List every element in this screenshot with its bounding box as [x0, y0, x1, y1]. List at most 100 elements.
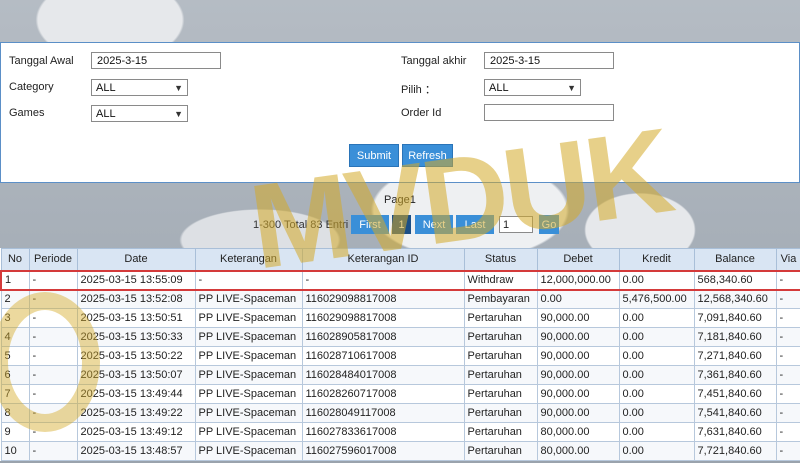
table-cell: PP LIVE-Spaceman: [194, 422, 303, 442]
table-cell: 7,271,840.60: [693, 346, 777, 366]
table-cell: 2025-03-15 13:52:08: [76, 289, 196, 309]
games-select-value: ALL: [96, 107, 116, 120]
table-cell: -: [28, 384, 78, 404]
table-cell: Pertaruhan: [463, 327, 538, 347]
table-cell: 0.00: [618, 308, 695, 328]
column-header[interactable]: No: [0, 248, 30, 271]
column-header[interactable]: Periode: [28, 248, 78, 271]
table-cell: PP LIVE-Spaceman: [194, 308, 303, 328]
table-cell: Pembayaran: [463, 289, 538, 309]
table-cell[interactable]: 116028710617008: [301, 346, 465, 366]
table-cell[interactable]: 116029098817008: [301, 289, 465, 309]
table-cell[interactable]: 116028260717008: [301, 384, 465, 404]
chevron-down-icon: ▼: [174, 108, 183, 119]
table-cell: 90,000.00: [536, 403, 620, 423]
page-title: Page1: [384, 194, 416, 206]
table-cell: 80,000.00: [536, 422, 620, 442]
table-cell: -: [28, 422, 78, 442]
column-header[interactable]: Status: [463, 248, 538, 271]
table-cell: 90,000.00: [536, 346, 620, 366]
category-select[interactable]: ALL ▼: [91, 79, 188, 96]
table-cell[interactable]: 116029098817008: [301, 308, 465, 328]
table-cell: Pertaruhan: [463, 403, 538, 423]
table-cell: -: [28, 269, 78, 291]
table-cell: -: [28, 327, 78, 347]
order-id-input[interactable]: [484, 104, 614, 121]
table-row: 8-2025-03-15 13:49:22 PP LIVE-Spaceman 116…: [0, 403, 800, 423]
order-id-label: Order Id: [401, 107, 442, 119]
tanggal-awal-input[interactable]: 2025-3-15: [91, 52, 221, 69]
table-cell: 0.00: [618, 327, 695, 347]
table-cell: -: [28, 365, 78, 385]
games-label: Games: [9, 107, 45, 119]
current-page-button[interactable]: 1: [392, 215, 411, 234]
table-cell[interactable]: 116028905817008: [301, 327, 465, 347]
table-cell: 4: [0, 327, 30, 347]
table-cell[interactable]: 116028484017008: [301, 365, 465, 385]
pilih-select[interactable]: ALL ▼: [484, 79, 581, 96]
table-cell: 2025-03-15 13:48:57: [76, 441, 196, 461]
table-cell: -: [194, 269, 303, 291]
go-button[interactable]: Go: [539, 215, 559, 234]
table-cell[interactable]: 116028049117008: [301, 403, 465, 423]
table-cell: 2025-03-15 13:50:33: [76, 327, 196, 347]
column-header[interactable]: Keterangan: [194, 248, 303, 271]
next-page-button[interactable]: Next: [415, 215, 453, 234]
last-page-button[interactable]: Last: [456, 215, 494, 234]
table-cell: 80,000.00: [536, 441, 620, 461]
table-row: 1-2025-03-15 13:55:09- - Withdraw 12,000,00…: [0, 269, 800, 291]
tanggal-akhir-input[interactable]: 2025-3-15: [484, 52, 614, 69]
table-cell: PP LIVE-Spaceman: [194, 365, 303, 385]
pilih-label: Pilih ：: [401, 84, 436, 96]
table-cell: 90,000.00: [536, 327, 620, 347]
column-header[interactable]: Debet: [536, 248, 620, 271]
table-cell[interactable]: 116027833617008: [301, 422, 465, 442]
column-header[interactable]: Kredit: [618, 248, 695, 271]
table-cell: 7,091,840.60: [693, 308, 777, 328]
table-row: 2-2025-03-15 13:52:08 PP LIVE-Spaceman 116…: [0, 289, 800, 309]
first-page-button[interactable]: First: [351, 215, 389, 234]
chevron-down-icon: ▼: [174, 82, 183, 93]
table-cell: -: [301, 269, 465, 291]
table-row: 3-2025-03-15 13:50:51 PP LIVE-Spaceman 116…: [0, 308, 800, 328]
table-cell: 0.00: [536, 289, 620, 309]
table-cell: 2025-03-15 13:49:44: [76, 384, 196, 404]
refresh-button[interactable]: Refresh: [402, 144, 453, 167]
table-cell: 90,000.00: [536, 365, 620, 385]
table-cell: Pertaruhan: [463, 365, 538, 385]
column-header[interactable]: Balance: [693, 248, 777, 271]
column-header[interactable]: Date: [76, 248, 196, 271]
table-cell[interactable]: 116027596017008: [301, 441, 465, 461]
table-cell: Pertaruhan: [463, 308, 538, 328]
table-cell: -: [28, 308, 78, 328]
table-cell: 2: [0, 289, 30, 309]
submit-button[interactable]: Submit: [349, 144, 399, 167]
table-cell: -: [775, 269, 800, 291]
table-cell: -: [775, 441, 800, 461]
table-cell: PP LIVE-Spaceman: [194, 441, 303, 461]
table-cell: -: [775, 289, 800, 309]
table-cell: 5: [0, 346, 30, 366]
table-cell: 6: [0, 365, 30, 385]
table-cell: 12,000,000.00: [536, 269, 620, 291]
table-cell: 90,000.00: [536, 308, 620, 328]
chevron-down-icon: ▼: [567, 82, 576, 93]
column-header[interactable]: Via: [775, 248, 800, 271]
table-cell: -: [28, 289, 78, 309]
table-cell: Pertaruhan: [463, 346, 538, 366]
table-cell: 7: [0, 384, 30, 404]
page-number-input[interactable]: 1: [499, 216, 533, 233]
column-header[interactable]: Keterangan ID: [301, 248, 465, 271]
table-cell: 2025-03-15 13:50:07: [76, 365, 196, 385]
table-cell: 12,568,340.60: [693, 289, 777, 309]
table-row: 7-2025-03-15 13:49:44 PP LIVE-Spaceman 116…: [0, 384, 800, 404]
games-select[interactable]: ALL ▼: [91, 105, 188, 122]
table-cell: 7,361,840.60: [693, 365, 777, 385]
table-cell: -: [775, 346, 800, 366]
table-row: 10-2025-03-15 13:48:57 PP LIVE-Spaceman 11…: [0, 441, 800, 461]
table-cell: Pertaruhan: [463, 384, 538, 404]
filter-panel: Tanggal Awal 2025-3-15 Tanggal akhir 202…: [0, 42, 800, 183]
table-cell: 7,721,840.60: [693, 441, 777, 461]
table-cell: PP LIVE-Spaceman: [194, 289, 303, 309]
table-cell: 0.00: [618, 422, 695, 442]
